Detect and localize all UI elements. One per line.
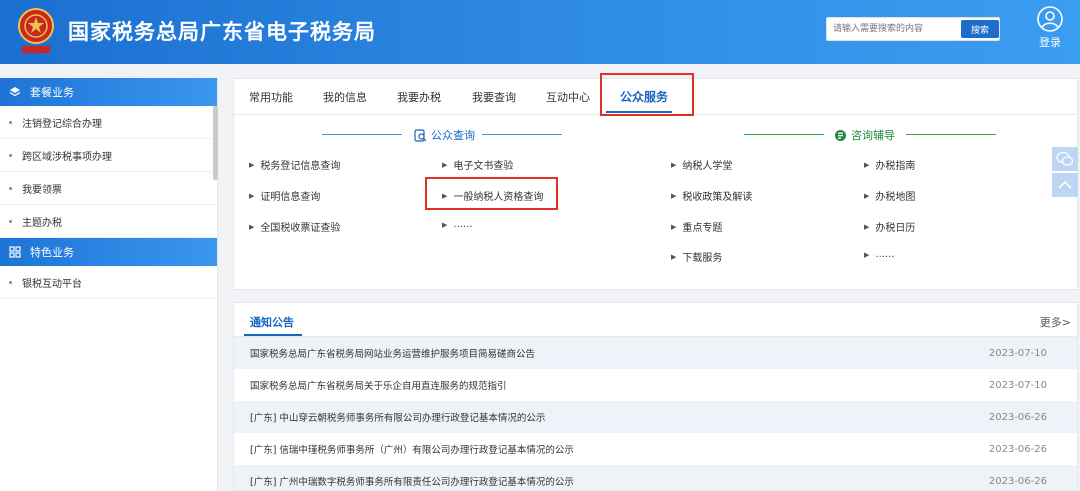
divider (744, 134, 824, 135)
search-box: 搜索 (826, 17, 1000, 41)
highlight-link-box (425, 177, 558, 210)
highlight-tab-box (600, 73, 694, 116)
public-query-heading: 公众查询 (414, 127, 475, 143)
tab-my-info[interactable]: 我的信息 (323, 89, 367, 105)
tab-common[interactable]: 常用功能 (249, 89, 293, 105)
notice-row[interactable]: [广东] 信瑞中瑾税务师事务所（广州）有限公司办理行政登记基本情况的公示 2023… (234, 433, 1077, 465)
header-bar: 国家税务总局广东省电子税务局 搜索 登录 (0, 0, 1080, 64)
search-input[interactable] (827, 18, 959, 40)
sidebar-group-package[interactable]: 套餐业务 (0, 78, 217, 106)
link-e-document-verify[interactable]: ▶ 电子文书查验 (442, 157, 513, 173)
sidebar: 套餐业务 注销登记综合办理 跨区域涉税事项办理 我要领票 主题办税 特色业务 银… (0, 78, 218, 491)
tab-interaction[interactable]: 互动中心 (546, 89, 590, 105)
link-certificate-query[interactable]: ▶ 证明信息查询 (249, 188, 320, 204)
notice-row[interactable]: [广东] 广州中瑞数字税务师事务所有限责任公司办理行政登记基本情况的公示 2023… (234, 465, 1077, 490)
sidebar-item[interactable]: 主题办税 (0, 205, 217, 238)
divider (482, 134, 562, 135)
login-label: 登录 (1039, 36, 1061, 49)
sidebar-item[interactable]: 跨区域涉税事项办理 (0, 139, 217, 172)
notice-list: 国家税务总局广东省税务局网站业务运营维护服务项目简易磋商公告 2023-07-10… (234, 337, 1077, 490)
link-tax-registration-query[interactable]: ▶ 税务登记信息查询 (249, 157, 340, 173)
chevron-up-icon (1058, 180, 1072, 189)
login-button[interactable]: 登录 (1030, 6, 1070, 50)
divider (322, 134, 402, 135)
link-tax-guide[interactable]: ▶ 办税指南 (864, 157, 915, 173)
user-icon (1037, 6, 1063, 32)
back-to-top-button[interactable] (1052, 173, 1078, 197)
search-button[interactable]: 搜索 (961, 20, 999, 38)
notice-header: 通知公告 更多> (234, 303, 1077, 337)
notice-title-underline (244, 334, 302, 336)
tab-tax-handling[interactable]: 我要办税 (397, 89, 441, 105)
tab-query[interactable]: 我要查询 (472, 89, 516, 105)
sidebar-item[interactable]: 我要领票 (0, 172, 217, 205)
sidebar-item[interactable]: 注销登记综合办理 (0, 106, 217, 139)
notice-title: 通知公告 (250, 316, 294, 329)
sidebar-item[interactable]: 银税互动平台 (0, 266, 217, 299)
link-tax-receipt-verify[interactable]: ▶ 全国税收票证查验 (249, 219, 340, 235)
notice-row[interactable]: 国家税务总局广东省税务局关于乐企自用直连服务的规范指引 2023-07-10 (234, 369, 1077, 401)
link-tax-calendar[interactable]: ▶ 办税日历 (864, 219, 915, 235)
more-link[interactable]: 更多> (1040, 314, 1071, 330)
notice-row[interactable]: [广东] 中山穿云朝税务师事务所有限公司办理行政登记基本情况的公示 2023-06… (234, 401, 1077, 433)
site-title: 国家税务总局广东省电子税务局 (68, 20, 376, 44)
divider (906, 134, 996, 135)
layers-icon (8, 85, 22, 99)
consulting-heading: 咨询辅导 (834, 127, 895, 143)
sidebar-group-title: 特色业务 (30, 246, 74, 259)
link-tax-policy[interactable]: ▶ 税收政策及解读 (671, 188, 752, 204)
link-taxpayer-school[interactable]: ▶ 纳税人学堂 (671, 157, 732, 173)
consult-icon (835, 129, 846, 141)
sidebar-group-special[interactable]: 特色业务 (0, 238, 217, 266)
link-download-service[interactable]: ▶ 下载服务 (671, 249, 722, 265)
notice-row[interactable]: 国家税务总局广东省税务局网站业务运营维护服务项目简易磋商公告 2023-07-10 (234, 337, 1077, 369)
grid-icon (8, 245, 22, 259)
link-more-public[interactable]: ▶...... (442, 219, 472, 230)
notice-panel: 通知公告 更多> 国家税务总局广东省税务局网站业务运营维护服务项目简易磋商公告 2… (233, 302, 1078, 491)
chat-float-button[interactable] (1052, 147, 1078, 171)
sidebar-group-title: 套餐业务 (30, 86, 74, 99)
sidebar-scrollbar[interactable] (213, 106, 218, 180)
wechat-icon (1056, 151, 1074, 166)
search-doc-icon (414, 128, 427, 142)
link-key-topics[interactable]: ▶ 重点专题 (671, 219, 722, 235)
emblem-icon (18, 8, 54, 53)
link-more-consulting[interactable]: ▶...... (864, 249, 894, 260)
link-tax-map[interactable]: ▶ 办税地图 (864, 188, 915, 204)
